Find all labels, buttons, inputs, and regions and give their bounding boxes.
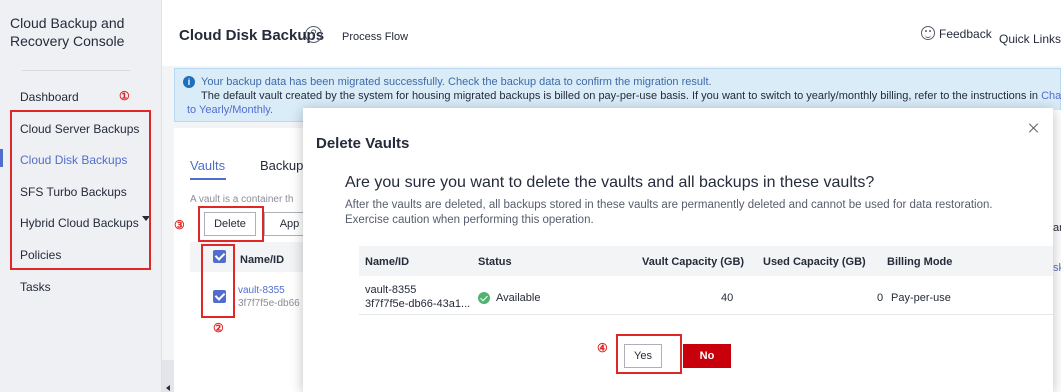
annotation-box-2 (201, 244, 235, 318)
info-icon: i (183, 76, 195, 88)
changing-billing-link[interactable]: Changing I (1041, 90, 1061, 102)
check-circle-icon (478, 292, 490, 304)
dialog-vault-name: vault-8355 (365, 284, 417, 296)
right-fragment: ar (1053, 222, 1061, 234)
annotation-number-3: ③ (174, 218, 185, 232)
column-header-used-capacity: Used Capacity (GB) (763, 256, 866, 268)
tab-underline (190, 178, 226, 180)
dialog-row-divider (359, 314, 1053, 315)
dialog-billing-mode: Pay-per-use (891, 292, 951, 304)
annotation-box-1 (10, 110, 151, 270)
page-title: Cloud Disk Backups (179, 27, 325, 44)
confirm-question: Are you sure you want to delete the vaul… (345, 174, 875, 191)
dialog-vault-status: Available (496, 292, 541, 304)
page-header: Cloud Disk Backups ? Process Flow Feedba… (162, 0, 1061, 66)
sidebar-item-tasks[interactable]: Tasks (20, 280, 51, 294)
help-icon[interactable]: ? (305, 26, 322, 43)
dialog-vault-capacity: 40 (721, 292, 734, 304)
annotation-box-4 (616, 334, 682, 374)
column-header-name-id: Name/ID (365, 256, 410, 268)
no-button[interactable]: No (683, 344, 731, 368)
dialog-used-capacity: 0 (877, 292, 884, 304)
changing-billing-link-end[interactable]: to Yearly/Monthly. (187, 104, 273, 116)
sidebar-divider (22, 70, 130, 71)
column-header-billing-mode: Billing Mode (887, 256, 953, 268)
annotation-number-1: ① (119, 89, 130, 103)
vault-name-link[interactable]: vault-8355 (238, 285, 285, 296)
process-flow-link[interactable]: Process Flow (342, 31, 408, 43)
vault-id: 3f7f7f5e-db66 (238, 298, 300, 309)
quick-links-link[interactable]: Quick Links (999, 32, 1061, 46)
warning-text: After the vaults are deleted, all backup… (345, 199, 993, 226)
feedback-link[interactable]: Feedback (939, 27, 992, 41)
dialog-vault-id: 3f7f7f5e-db66-43a1... (365, 298, 471, 310)
banner-line-2: The default vault created by the system … (201, 90, 1061, 102)
banner-line-1: Your backup data has been migrated succe… (201, 76, 712, 88)
tab-vaults[interactable]: Vaults (190, 158, 225, 173)
smile-icon[interactable] (921, 26, 935, 40)
column-header-status: Status (478, 256, 512, 268)
active-indicator (0, 149, 3, 167)
vault-description: A vault is a container th (190, 194, 294, 205)
delete-vaults-dialog: Delete Vaults Are you sure you want to d… (303, 108, 1053, 392)
chevron-left-icon[interactable] (166, 385, 170, 391)
annotation-number-4: ④ (597, 341, 608, 355)
console-title: Cloud Backup and Recovery Console (10, 15, 125, 49)
right-edge (1053, 110, 1061, 392)
banner-line-2-text: The default vault created by the system … (201, 90, 1042, 102)
dialog-title: Delete Vaults (316, 135, 410, 152)
annotation-box-3 (198, 206, 264, 242)
right-fragment-2: sk (1053, 262, 1061, 274)
close-icon[interactable] (1028, 122, 1040, 134)
column-header-vault-capacity: Vault Capacity (GB) (642, 256, 745, 268)
column-header-name: Name/ID (240, 254, 285, 266)
sidebar-item-dashboard[interactable]: Dashboard (20, 90, 79, 104)
annotation-number-2: ② (213, 321, 224, 335)
